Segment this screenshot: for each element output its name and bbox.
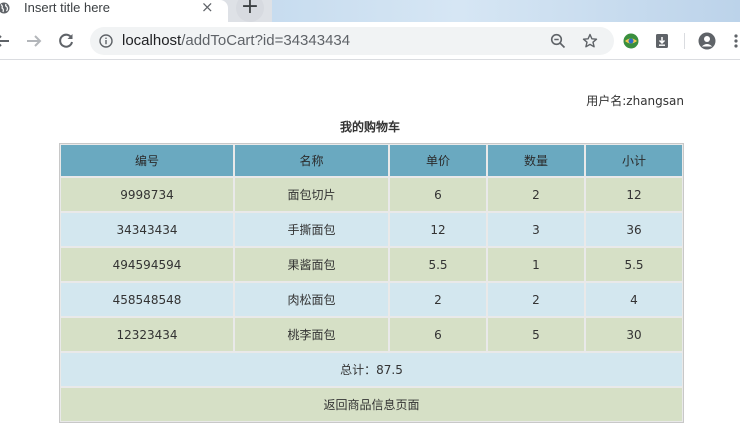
url-text[interactable]: localhost/addToCart?id=34343434 [122, 31, 350, 51]
table-row: 34343434 手撕面包 12 3 36 [60, 212, 683, 247]
address-bar[interactable]: localhost/addToCart?id=34343434 [90, 27, 614, 55]
cell-id: 9998734 [60, 177, 234, 212]
close-tab-icon[interactable]: × [201, 0, 214, 15]
cell-price: 2 [389, 282, 487, 317]
cell-quantity: 5 [487, 317, 585, 352]
cell-price: 12 [389, 212, 487, 247]
cell-id: 34343434 [60, 212, 234, 247]
cell-subtotal: 5.5 [585, 247, 683, 282]
cell-subtotal: 12 [585, 177, 683, 212]
column-header-id: 编号 [60, 144, 234, 177]
cell-price: 5.5 [389, 247, 487, 282]
cell-quantity: 2 [487, 177, 585, 212]
cell-price: 6 [389, 177, 487, 212]
cell-name: 肉松面包 [234, 282, 389, 317]
extension-icon[interactable] [622, 32, 640, 50]
star-icon[interactable] [582, 33, 598, 49]
column-header-price: 单价 [389, 144, 487, 177]
browser-toolbar: localhost/addToCart?id=34343434 [0, 22, 740, 60]
cell-id: 12323434 [60, 317, 234, 352]
cart-table: 编号 名称 单价 数量 小计 9998734 面包切片 6 2 12 34343… [59, 143, 684, 423]
cell-subtotal: 4 [585, 282, 683, 317]
url-path: /addToCart?id=34343434 [181, 32, 351, 49]
cell-name: 面包切片 [234, 177, 389, 212]
reload-icon[interactable] [56, 31, 76, 51]
column-header-name: 名称 [234, 144, 389, 177]
info-icon[interactable] [99, 34, 113, 48]
new-tab-button[interactable]: + [236, 0, 264, 22]
username-label: 用户名:zhangsan [586, 94, 684, 108]
forward-icon[interactable] [24, 31, 44, 51]
table-row: 494594594 果酱面包 5.5 1 5.5 [60, 247, 683, 282]
cell-quantity: 2 [487, 282, 585, 317]
page-content: 用户名:zhangsan 我的购物车 编号 名称 单价 数量 小计 999873… [0, 61, 740, 446]
tab-strip: Insert title here × + [0, 0, 740, 22]
table-header-row: 编号 名称 单价 数量 小计 [60, 144, 683, 177]
window-background [272, 0, 740, 22]
menu-icon[interactable] [730, 32, 740, 50]
column-header-subtotal: 小计 [585, 144, 683, 177]
back-icon[interactable] [0, 31, 12, 51]
column-header-quantity: 数量 [487, 144, 585, 177]
profile-icon[interactable] [698, 32, 716, 50]
back-cell: 返回商品信息页面 [60, 387, 683, 422]
url-host: localhost [122, 32, 182, 49]
back-to-products-link[interactable]: 返回商品信息页面 [323, 398, 419, 412]
cell-quantity: 1 [487, 247, 585, 282]
cell-name: 手撕面包 [234, 212, 389, 247]
cart-total: 总计：87.5 [60, 352, 683, 387]
table-row: 12323434 桃李面包 6 5 30 [60, 317, 683, 352]
cell-subtotal: 36 [585, 212, 683, 247]
cell-id: 494594594 [60, 247, 234, 282]
cell-id: 458548548 [60, 282, 234, 317]
zoom-icon[interactable] [550, 33, 566, 49]
total-row: 总计：87.5 [60, 352, 683, 387]
cell-name: 桃李面包 [234, 317, 389, 352]
cell-subtotal: 30 [585, 317, 683, 352]
save-icon[interactable] [653, 32, 671, 50]
active-tab[interactable]: Insert title here × [0, 0, 228, 22]
toolbar-divider [684, 33, 685, 49]
back-row: 返回商品信息页面 [60, 387, 683, 422]
page-title: 我的购物车 [339, 120, 400, 134]
table-row: 9998734 面包切片 6 2 12 [60, 177, 683, 212]
cell-price: 6 [389, 317, 487, 352]
globe-icon [0, 2, 10, 14]
cell-name: 果酱面包 [234, 247, 389, 282]
table-row: 458548548 肉松面包 2 2 4 [60, 282, 683, 317]
cell-quantity: 3 [487, 212, 585, 247]
tab-title: Insert title here [24, 0, 110, 15]
